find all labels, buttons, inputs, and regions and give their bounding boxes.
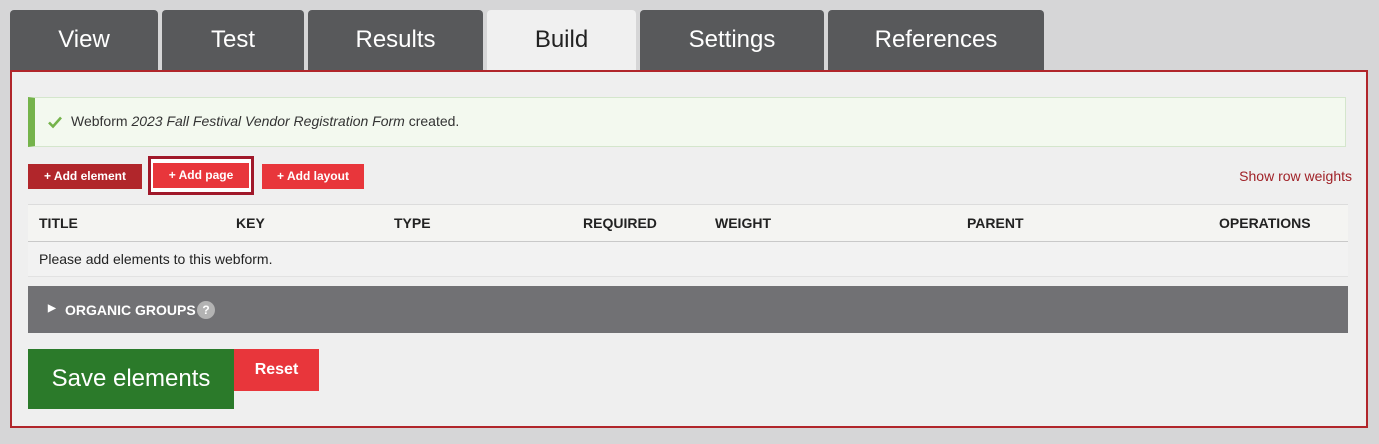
save-elements-button[interactable]: Save elements xyxy=(28,349,234,409)
status-prefix: Webform xyxy=(71,113,132,129)
add-layout-button[interactable]: + Add layout xyxy=(262,164,364,189)
table-header-row: TITLE KEY TYPE REQUIRED WEIGHT PARENT OP… xyxy=(28,204,1348,242)
tab-test[interactable]: Test xyxy=(162,10,304,70)
add-page-focus-ring: + Add page xyxy=(148,156,254,195)
status-text: Webform 2023 Fall Festival Vendor Regist… xyxy=(71,113,459,129)
elements-table: TITLE KEY TYPE REQUIRED WEIGHT PARENT OP… xyxy=(28,204,1348,277)
tab-results[interactable]: Results xyxy=(308,10,483,70)
organic-groups-label: ORGANIC GROUPS xyxy=(65,302,196,318)
form-name: 2023 Fall Festival Vendor Registration F… xyxy=(131,113,405,129)
add-page-button[interactable]: + Add page xyxy=(153,163,249,188)
help-icon[interactable]: ? xyxy=(197,301,215,319)
col-operations: OPERATIONS xyxy=(1208,204,1348,242)
table-row: Please add elements to this webform. xyxy=(28,241,1348,277)
build-panel: Webform 2023 Fall Festival Vendor Regist… xyxy=(10,70,1368,428)
col-type: TYPE xyxy=(383,204,572,242)
empty-message: Please add elements to this webform. xyxy=(28,241,1348,277)
tab-view[interactable]: View xyxy=(10,10,158,70)
col-weight: WEIGHT xyxy=(704,204,956,242)
col-title: TITLE xyxy=(28,204,225,242)
triangle-right-icon: ▶ xyxy=(48,303,56,314)
col-parent: PARENT xyxy=(956,204,1208,242)
check-icon xyxy=(47,115,63,134)
tab-build[interactable]: Build xyxy=(487,10,636,70)
tab-references[interactable]: References xyxy=(828,10,1044,70)
tab-settings[interactable]: Settings xyxy=(640,10,824,70)
reset-button[interactable]: Reset xyxy=(234,349,319,391)
add-element-button[interactable]: + Add element xyxy=(28,164,142,189)
show-row-weights-link[interactable]: Show row weights xyxy=(1239,168,1352,184)
organic-groups-toggle[interactable]: ▶ ORGANIC GROUPS ? xyxy=(28,286,1348,333)
col-required: REQUIRED xyxy=(572,204,704,242)
status-suffix: created. xyxy=(404,113,460,129)
col-key: KEY xyxy=(225,204,383,242)
status-message: Webform 2023 Fall Festival Vendor Regist… xyxy=(28,97,1346,147)
